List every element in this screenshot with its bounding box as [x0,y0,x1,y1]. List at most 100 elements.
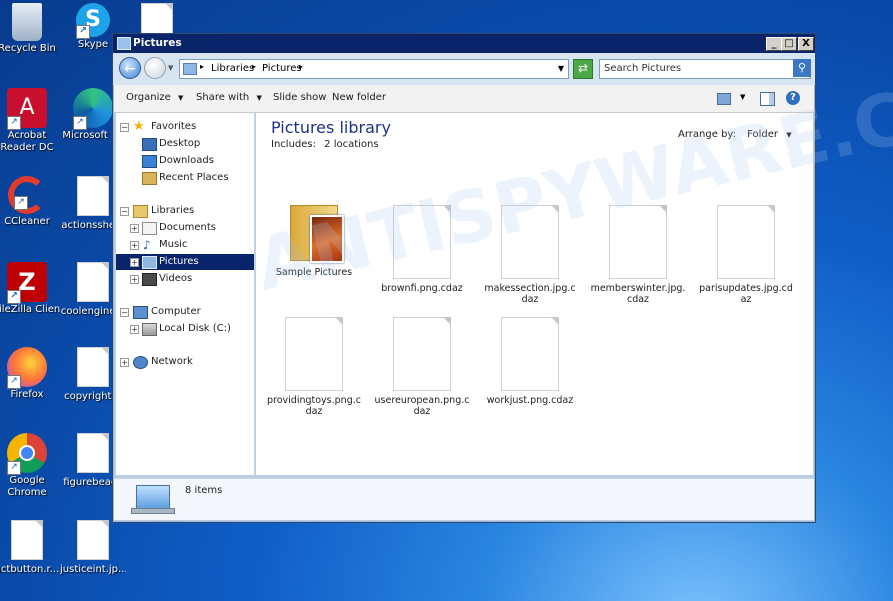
change-view-icon[interactable] [717,93,731,105]
file-item[interactable]: memberswinter.jpg.cdaz [590,205,686,305]
forward-button[interactable] [144,57,166,79]
includes-label: Includes: [271,139,316,150]
desktop-icon-chrome[interactable]: ↗ Google Chrome [0,433,60,499]
nav-label: Libraries [151,205,195,216]
computer-icon [133,306,148,319]
nav-item-pictures[interactable]: + Pictures [116,254,254,270]
expand-icon[interactable]: + [130,241,139,250]
help-icon[interactable]: ? [786,91,800,105]
file-icon [501,317,559,391]
slide-show-button[interactable]: Slide show [273,92,326,103]
file-icon [77,520,109,560]
nav-item-favorites[interactable]: − ★ Favorites [116,119,254,135]
nav-item-computer[interactable]: − Computer [116,304,254,320]
file-item[interactable]: makessection.jpg.cdaz [482,205,578,305]
address-input[interactable]: ▸ Libraries ▸ Pictures ▸ ▼ [179,59,569,79]
file-item[interactable]: usereuropean.png.cdaz [374,317,470,417]
drive-icon [142,323,157,336]
expand-icon[interactable]: + [130,325,139,334]
title-bar[interactable]: Pictures _ □ X [113,34,815,53]
nav-item-local-disk[interactable]: + Local Disk (C:) [116,321,254,337]
item-name: usereuropean.png.cdaz [374,395,470,417]
desktop-icon-label: FileZilla Client [0,304,60,315]
window-title: Pictures [133,37,182,49]
file-icon [393,205,451,279]
desktop-icon-filezilla[interactable]: Z↗ FileZilla Client [0,262,60,316]
nav-label: Computer [151,306,201,317]
desktop-icon-file[interactable]: justiceint.jp... [60,520,126,576]
close-button[interactable]: X [798,37,814,51]
locations-link[interactable]: 2 locations [324,139,378,150]
file-item[interactable]: providingtoys.png.cdaz [266,317,362,417]
item-name: memberswinter.jpg.cdaz [590,283,686,305]
collapse-icon[interactable]: − [120,207,129,216]
desktop-icon-firefox[interactable]: ↗ Firefox [0,347,60,401]
recycle-bin-icon [12,3,42,41]
collapse-icon[interactable]: − [120,123,129,132]
search-icon[interactable]: ⚲ [793,59,811,77]
desktop-icon-acrobat[interactable]: A ↗ Acrobat Reader DC [0,88,60,154]
search-input[interactable]: Search Pictures ⚲ [599,59,811,79]
laptop-icon [136,485,170,509]
collapse-icon[interactable]: − [120,308,129,317]
folder-item[interactable]: Sample Pictures [266,199,362,278]
nav-item-downloads[interactable]: Downloads [116,153,254,169]
desktop-icon-label: justiceint.jp... [60,564,126,575]
item-name: workjust.png.cdaz [486,395,574,406]
breadcrumb-pictures[interactable]: Pictures [262,63,302,74]
arrange-dropdown[interactable]: Folder ▼ [747,129,791,140]
desktop-icon-ccleaner[interactable]: ↗ CCleaner [0,176,60,228]
expand-icon[interactable]: + [130,275,139,284]
item-name: Sample Pictures [275,267,353,278]
desktop-icon-label: Recycle Bin [0,43,56,54]
desktop-icon-file[interactable]: actbutton.r... [0,520,60,576]
address-dropdown-icon[interactable]: ▼ [558,64,564,73]
desktop-icon-recycle-bin[interactable]: Recycle Bin [0,3,60,55]
desktop-icon-label: Google Chrome [7,475,47,498]
expand-icon[interactable]: + [120,358,129,367]
expand-icon[interactable]: + [130,258,139,267]
expand-icon[interactable]: + [130,224,139,233]
file-icon [393,317,451,391]
organize-button[interactable]: Organize ▼ [126,92,183,103]
search-placeholder: Search Pictures [604,63,682,74]
recent-pages-chevron-icon[interactable]: ▼ [168,64,173,72]
downloads-icon [142,155,157,168]
file-item[interactable]: parisupdates.jpg.cdaz [698,205,794,305]
nav-item-recent-places[interactable]: Recent Places [116,170,254,186]
file-item[interactable]: brownfi.png.cdaz [374,205,470,294]
chevron-down-icon[interactable]: ▼ [740,93,745,101]
back-button[interactable]: ← [119,57,141,79]
nav-label: Favorites [151,121,197,132]
item-name: parisupdates.jpg.cdaz [699,283,793,305]
nav-item-videos[interactable]: + Videos [116,271,254,287]
network-icon [133,356,148,369]
arrange-by: Arrange by: Folder ▼ [678,129,792,140]
libraries-icon [133,205,148,218]
window-icon [117,37,131,50]
refresh-button[interactable]: ⇄ [573,59,593,79]
file-icon [77,262,109,302]
pictures-library-icon [183,63,197,75]
breadcrumb-libraries[interactable]: Libraries [211,63,254,74]
videos-icon [142,273,157,286]
shortcut-arrow-icon: ↗ [7,290,21,304]
file-list: Pictures library Includes: 2 locations A… [256,113,813,475]
organize-label: Organize [126,92,171,103]
desktop-icon-label: Acrobat Reader DC [0,130,54,153]
maximize-button[interactable]: □ [781,37,797,51]
nav-item-music[interactable]: + ♪ Music [116,237,254,253]
breadcrumb-separator: ▸ [299,62,304,71]
file-item[interactable]: workjust.png.cdaz [482,317,578,406]
nav-item-desktop[interactable]: Desktop [116,136,254,152]
item-name: providingtoys.png.cdaz [267,395,361,417]
library-title: Pictures library [271,118,391,137]
nav-item-libraries[interactable]: − Libraries [116,203,254,219]
nav-item-network[interactable]: + Network [116,354,254,370]
firefox-icon: ↗ [7,347,47,389]
preview-pane-icon[interactable] [760,92,775,106]
share-with-button[interactable]: Share with ▼ [196,92,262,103]
nav-item-documents[interactable]: + Documents [116,220,254,236]
new-folder-button[interactable]: New folder [332,92,386,103]
minimize-button[interactable]: _ [766,37,782,51]
